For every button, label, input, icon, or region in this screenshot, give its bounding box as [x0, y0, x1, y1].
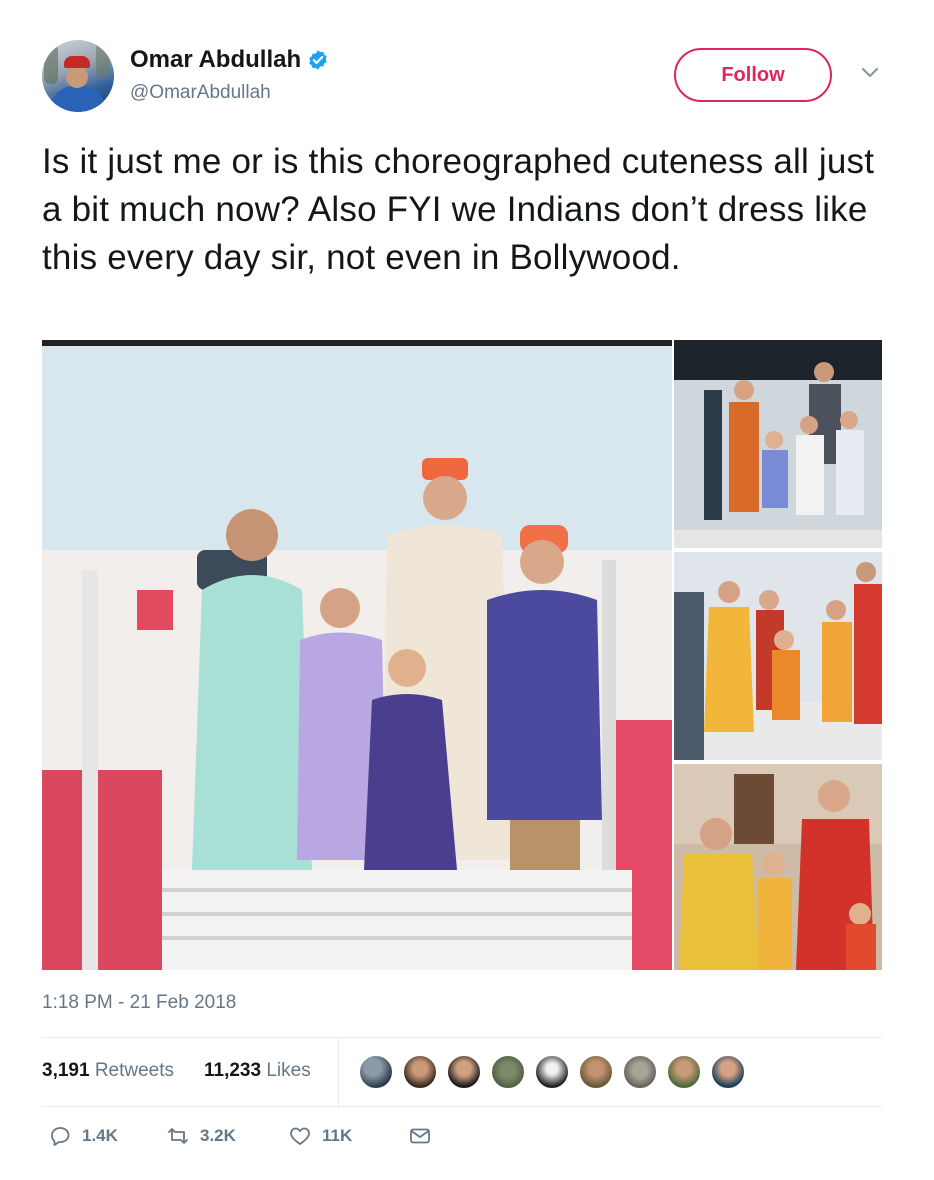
retweets-label: Retweets	[94, 1060, 175, 1081]
liker-avatar[interactable]	[490, 1054, 526, 1090]
tweet-photo-4[interactable]	[674, 764, 882, 970]
direct-message-icon	[410, 1128, 430, 1144]
tweet-photo-3[interactable]	[674, 552, 882, 760]
tweet-timestamp[interactable]: 1:18 PM - 21 Feb 2018	[42, 992, 236, 1014]
likes-stat[interactable]: 11,233 Likes	[204, 1060, 311, 1082]
reply-button[interactable]: 1.4K	[48, 1124, 118, 1148]
user-handle[interactable]: @OmarAbdullah	[130, 82, 271, 104]
liker-avatar[interactable]	[710, 1054, 746, 1090]
like-button[interactable]: 11K	[288, 1124, 352, 1148]
liker-avatar[interactable]	[446, 1054, 482, 1090]
tweet-photo-2[interactable]	[674, 340, 882, 548]
tweet-stats: 3,191 Retweets 11,233 Likes	[42, 1037, 882, 1108]
retweets-count: 3,191	[42, 1060, 90, 1081]
retweets-stat[interactable]: 3,191 Retweets	[42, 1060, 174, 1082]
like-count: 11K	[322, 1126, 353, 1145]
liker-avatar[interactable]	[402, 1054, 438, 1090]
likes-count: 11,233	[204, 1060, 262, 1081]
tweet-actions: 1.4K 3.2K 11K	[42, 1124, 882, 1158]
likes-label: Likes	[266, 1060, 311, 1081]
name-row: Omar Abdullah	[130, 46, 329, 74]
tweet-header: Omar Abdullah @OmarAbdullah Follow	[42, 40, 892, 112]
heart-icon	[290, 1127, 310, 1145]
display-name[interactable]: Omar Abdullah	[130, 46, 301, 74]
verified-badge-icon	[309, 50, 327, 70]
retweet-icon	[168, 1128, 188, 1144]
liker-avatar[interactable]	[622, 1054, 658, 1090]
direct-message-button[interactable]	[408, 1124, 432, 1148]
liker-avatars	[358, 1054, 746, 1090]
liker-avatar[interactable]	[578, 1054, 614, 1090]
media-grid	[42, 340, 882, 970]
follow-button[interactable]: Follow	[674, 48, 832, 102]
liker-avatar[interactable]	[534, 1054, 570, 1090]
reply-count: 1.4K	[82, 1126, 118, 1145]
retweet-button[interactable]: 3.2K	[166, 1124, 236, 1148]
reply-icon	[51, 1127, 70, 1146]
tweet-photo-1[interactable]	[42, 340, 672, 970]
liker-avatar[interactable]	[358, 1054, 394, 1090]
stats-divider	[338, 1038, 339, 1108]
tweet-text: Is it just me or is this choreographed c…	[42, 142, 875, 277]
retweet-count: 3.2K	[200, 1126, 236, 1145]
liker-avatar[interactable]	[666, 1054, 702, 1090]
user-avatar[interactable]	[42, 40, 114, 112]
chevron-down-icon[interactable]	[860, 66, 880, 80]
